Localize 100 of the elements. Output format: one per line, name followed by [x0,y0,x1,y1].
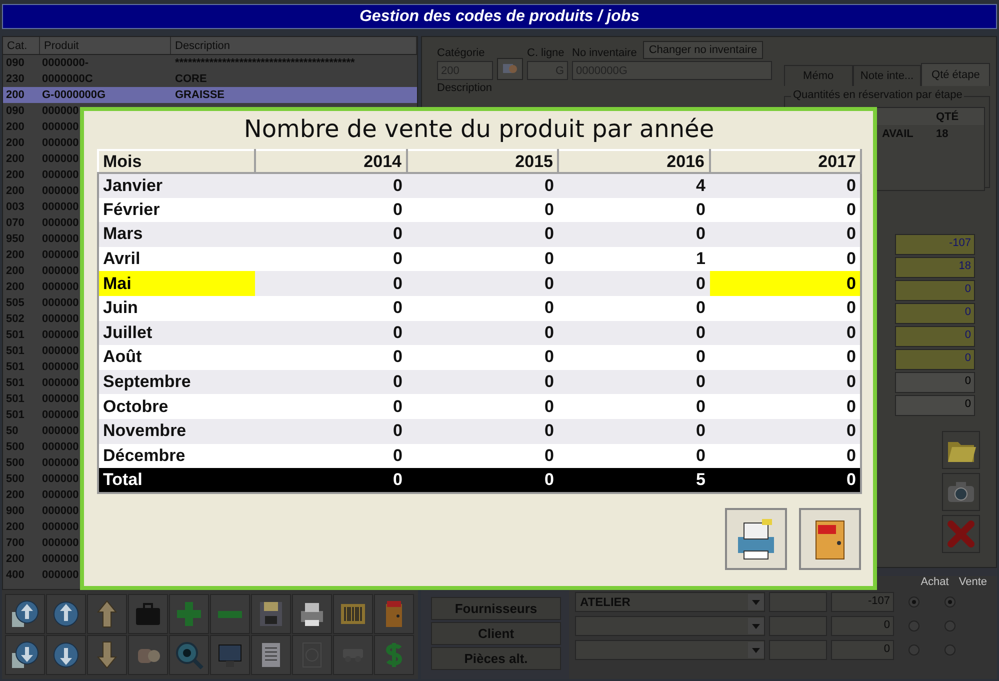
change-inventory-button[interactable]: Changer no inventaire [642,41,764,59]
table-cell: 0 [255,468,406,493]
table-cell: 0 [255,418,406,444]
table-cell: Janvier [98,173,255,198]
caret-icon [752,624,760,628]
quantity-field[interactable]: -107 [895,234,975,255]
table-cell: 0 [255,345,406,370]
table-cell: 0 [406,246,558,272]
column-header[interactable]: Produit [40,37,171,54]
toolbar-button[interactable] [46,594,86,634]
location-dropdown[interactable] [575,640,765,660]
dialog-title: Nombre de vente du produit par année [242,115,716,143]
table-cell: 0 [406,468,558,493]
table-cell: Août [98,345,255,370]
table-cell: 0 [710,198,861,222]
table-cell: Février [98,198,255,222]
table-cell: 0 [406,394,558,419]
table-cell: 0 [558,370,710,394]
table-cell: 0 [406,370,558,394]
table-cell: 0 [558,394,710,419]
toolbar-button[interactable] [251,594,291,634]
quantity-field[interactable]: 0 [895,349,975,370]
table-cell: 0 [255,173,406,198]
exit-button[interactable] [799,508,861,570]
table-cell: 5 [558,468,710,493]
table-cell: 0 [558,418,710,444]
print-button[interactable] [725,508,787,570]
table-cell: Décembre [98,444,255,468]
toolbar-button[interactable] [5,635,45,675]
table-cell: 0 [710,468,861,493]
table-cell: 0 [710,296,861,321]
column-header[interactable]: Description [171,37,417,54]
magnifier-eye-icon [173,639,205,671]
lookup-button[interactable] [497,58,523,80]
table-cell: 0 [710,444,861,468]
table-cell: 0 [406,271,558,296]
table-cell: 0 [406,345,558,370]
column-header: Mois [98,150,255,173]
quantity-field[interactable]: 18 [895,257,975,278]
up-circle-page-icon [9,598,41,630]
table-cell: 0 [558,222,710,247]
sale-radio[interactable] [944,596,956,608]
column-header: 2015 [406,150,558,173]
purchase-radio[interactable] [908,644,920,656]
quantity-field[interactable]: 0 [895,395,975,416]
caret-icon [752,648,760,652]
purchase-radio[interactable] [908,620,920,632]
table-cell-text: ****************************************** [174,57,356,69]
table-cell: 4 [558,173,710,198]
column-header: 2017 [710,150,861,173]
column-header[interactable]: Cat. [3,37,40,54]
table-cell: 0 [710,173,861,198]
table-cell: 0 [558,198,710,222]
table-cell: Mai [98,271,255,296]
column-header: Vente [958,576,987,588]
table-cell: 0 [406,444,558,468]
side-button[interactable] [942,431,980,469]
toolbar-button[interactable] [5,594,45,634]
window-title-bar: Gestion des codes de produits / jobs [2,4,997,29]
table-cell: 0 [406,296,558,321]
table-cell: Juin [98,296,255,321]
table-cell: Novembre [98,418,255,444]
table-cell: 0 [558,320,710,346]
table-cell: Octobre [98,394,255,419]
sale-radio[interactable] [944,644,956,656]
table-cell: 0 [255,370,406,394]
toolbar-button[interactable] [46,635,86,675]
table-cell: 1 [558,246,710,272]
quantity-field[interactable]: 0 [895,280,975,301]
table-cell: 0 [710,222,861,247]
quantity-field[interactable]: 0 [895,372,975,393]
table-cell: 0 [255,320,406,346]
column-header: 2014 [255,150,406,173]
table-cell: 0 [558,444,710,468]
purchase-radio[interactable] [908,596,920,608]
table-cell: Juillet [98,320,255,346]
location-dropdown[interactable] [575,616,765,636]
table-cell-text: 200 [5,89,26,101]
table-cell-text: G-0000000G [41,89,107,101]
quantity-field[interactable]: 0 [895,326,975,347]
quantity-field[interactable]: 0 [895,303,975,324]
table-cell: 0 [710,394,861,419]
side-button[interactable] [942,473,980,511]
caret-icon [752,600,760,604]
table-cell: Septembre [98,370,255,394]
table-cell: 0 [558,296,710,321]
table-cell: Avril [98,246,255,272]
sale-radio[interactable] [944,620,956,632]
column-header: Achat [920,576,949,588]
table-cell: 0 [255,444,406,468]
table-cell: 0 [710,418,861,444]
table-cell: 0 [558,345,710,370]
table-cell: 0 [406,198,558,222]
table-cell: 0 [406,320,558,346]
tab[interactable]: Qté étape [921,63,990,86]
list-row[interactable]: 200 G-0000000G GRAISSE [3,87,417,103]
down-circle-page-icon [9,639,41,671]
table-cell: 0 [255,222,406,247]
toolbar-button[interactable] [292,594,332,634]
table-cell: 0 [406,418,558,444]
